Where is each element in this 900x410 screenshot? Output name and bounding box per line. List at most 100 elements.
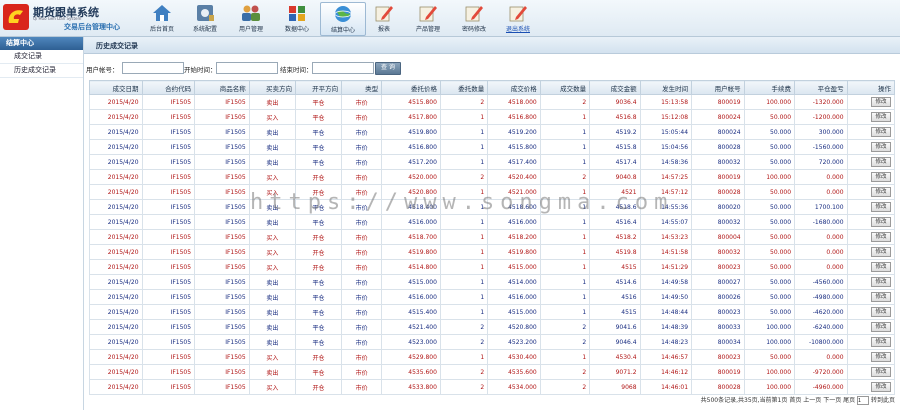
- edit-button[interactable]: 修改: [871, 112, 891, 122]
- edit-button[interactable]: 修改: [871, 187, 891, 197]
- table-cell: 买入: [248, 379, 296, 395]
- edit-button[interactable]: 修改: [871, 202, 891, 212]
- table-cell: 市价: [341, 259, 383, 275]
- nav-products[interactable]: 产品管理: [406, 2, 450, 34]
- table-cell: 1: [439, 274, 489, 290]
- edit-button[interactable]: 修改: [871, 262, 891, 272]
- table-cell: 2015/4/20: [89, 334, 143, 350]
- edit-button[interactable]: 修改: [871, 307, 891, 317]
- edit-button[interactable]: 修改: [871, 127, 891, 137]
- edit-button[interactable]: 修改: [871, 97, 891, 107]
- table-cell: 平仓: [294, 199, 343, 215]
- edit-button[interactable]: 修改: [871, 322, 891, 332]
- table-cell-actions: 修改: [846, 214, 896, 230]
- table-cell: 50.000: [743, 304, 796, 320]
- table-cell: IF1505: [141, 289, 196, 305]
- table-cell: 4515.400: [381, 304, 441, 320]
- end-time-input[interactable]: [312, 62, 374, 74]
- table-cell: 50.000: [743, 244, 796, 260]
- table-cell: 2015/4/20: [89, 169, 143, 185]
- table-cell: 2015/4/20: [89, 244, 143, 260]
- table-cell: 2: [439, 169, 489, 185]
- table-cell: IF1505: [194, 94, 250, 110]
- pager-first[interactable]: 首页: [789, 397, 801, 404]
- table-cell: 9040.8: [589, 169, 641, 185]
- edit-button[interactable]: 修改: [871, 337, 891, 347]
- table-cell: 平仓: [294, 109, 343, 125]
- edit-button[interactable]: 修改: [871, 352, 891, 362]
- table-cell: 开仓: [294, 229, 343, 245]
- nav-reports[interactable]: 报表: [362, 2, 406, 34]
- table-cell: 14:57:25: [639, 169, 693, 185]
- table-cell: IF1505: [141, 229, 196, 245]
- table-cell: 4521: [589, 184, 641, 200]
- nav-settlement[interactable]: 结算中心: [320, 2, 366, 36]
- table-cell: 100.000: [743, 169, 796, 185]
- table-cell: 平仓: [294, 304, 343, 320]
- column-header: 用户帐号: [691, 80, 745, 95]
- table-cell: 4535.600: [381, 364, 441, 380]
- sidebar: 结算中心 成交记录 历史成交记录: [0, 37, 84, 410]
- table-cell: 4515: [589, 259, 641, 275]
- table-cell: 800023: [691, 304, 745, 320]
- table-cell: IF1505: [194, 154, 250, 170]
- edit-button[interactable]: 修改: [871, 172, 891, 182]
- edit-button[interactable]: 修改: [871, 142, 891, 152]
- table-cell: 4529.800: [381, 349, 441, 365]
- edit-button[interactable]: 修改: [871, 157, 891, 167]
- table-cell: 100.000: [743, 319, 796, 335]
- sidebar-item-history[interactable]: 历史成交记录: [0, 64, 83, 78]
- page-number-input[interactable]: [857, 396, 870, 405]
- table-cell: 2: [539, 319, 591, 335]
- pager-last[interactable]: 尾页: [843, 397, 855, 404]
- table-cell: IF1505: [141, 334, 196, 350]
- start-time-input[interactable]: [216, 62, 278, 74]
- edit-button[interactable]: 修改: [871, 232, 891, 242]
- nav-users[interactable]: 用户管理: [229, 2, 273, 34]
- table-cell: 0.000: [794, 229, 848, 245]
- table-cell: IF1505: [194, 304, 250, 320]
- table-cell: 100.000: [743, 94, 796, 110]
- pager-prev[interactable]: 上一页: [803, 397, 821, 404]
- table-cell: 800032: [691, 244, 745, 260]
- table-cell: IF1505: [141, 154, 196, 170]
- start-time-label: 开始时间：: [184, 66, 217, 74]
- table-cell: 4518.600: [487, 199, 541, 215]
- nav-data[interactable]: 数据中心: [275, 2, 319, 34]
- table-cell: IF1505: [194, 229, 250, 245]
- edit-button[interactable]: 修改: [871, 367, 891, 377]
- table-cell: 4516.000: [381, 214, 441, 230]
- pager-goto[interactable]: 转到此页: [871, 397, 895, 404]
- table-row: 2015/4/20 IF1505 IF1505 买入 开仓 市价 4529.800 1 4530…: [89, 349, 896, 365]
- edit-button[interactable]: 修改: [871, 277, 891, 287]
- column-header: 操作: [846, 80, 896, 95]
- table-cell: 14:55:07: [639, 214, 693, 230]
- nav-password[interactable]: 密码修改: [452, 2, 496, 34]
- search-button[interactable]: 查 询: [375, 62, 401, 75]
- table-cell: 2015/4/20: [89, 199, 143, 215]
- sidebar-item-trades[interactable]: 成交记录: [0, 50, 83, 64]
- edit-button[interactable]: 修改: [871, 217, 891, 227]
- edit-button[interactable]: 修改: [871, 382, 891, 392]
- table-cell: 800032: [691, 154, 745, 170]
- table-cell: 开仓: [294, 349, 343, 365]
- table-cell: 14:57:12: [639, 184, 693, 200]
- pager-next[interactable]: 下一页: [823, 397, 841, 404]
- nav-logout[interactable]: 退出系统: [496, 2, 540, 34]
- account-input[interactable]: [122, 62, 184, 74]
- table-cell-actions: 修改: [846, 274, 896, 290]
- edit-button[interactable]: 修改: [871, 292, 891, 302]
- edit-button[interactable]: 修改: [871, 247, 891, 257]
- table-cell: 800028: [691, 379, 745, 395]
- nav-config[interactable]: 系统配置: [183, 2, 227, 34]
- table-cell: 1: [539, 349, 591, 365]
- nav-label: 密码修改: [461, 26, 486, 33]
- nav-home[interactable]: 后台首页: [140, 2, 184, 34]
- table-cell: IF1505: [141, 94, 196, 110]
- table-cell: 15:12:08: [639, 109, 693, 125]
- table-row: 2015/4/20 IF1505 IF1505 卖出 平仓 市价 4521.400 2 4520…: [89, 319, 896, 335]
- table-cell: 开仓: [294, 379, 343, 395]
- logo-icon: [3, 4, 29, 30]
- search-bar: 用户帐号： 开始时间： 结束时间： 查 询: [84, 61, 900, 75]
- table-cell: 14:48:44: [639, 304, 693, 320]
